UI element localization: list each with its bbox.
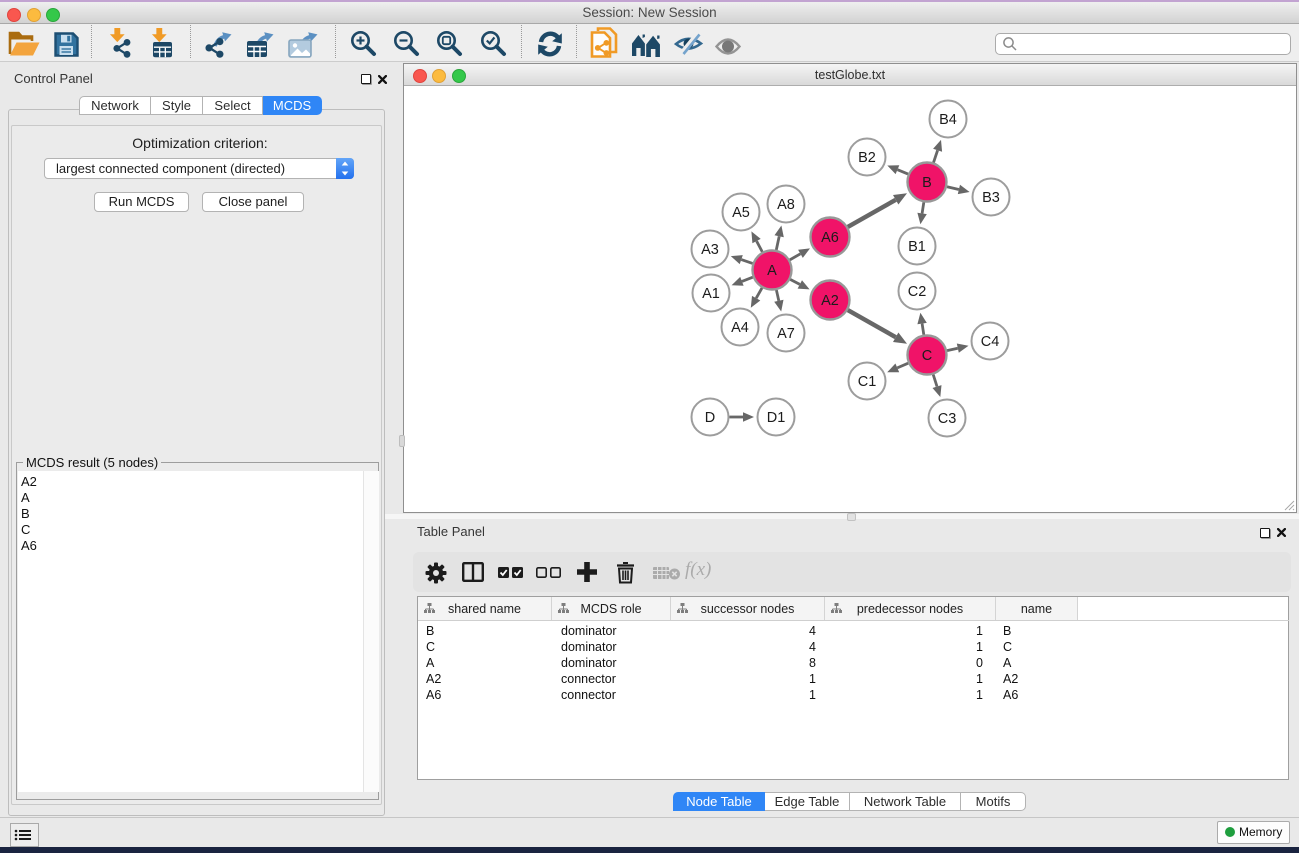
svg-text:A7: A7: [777, 326, 795, 342]
svg-text:A1: A1: [702, 286, 720, 302]
svg-text:B2: B2: [858, 150, 876, 166]
svg-text:B: B: [922, 175, 932, 191]
svg-text:B3: B3: [982, 190, 1000, 206]
svg-text:A3: A3: [701, 242, 719, 258]
svg-text:C3: C3: [938, 411, 957, 427]
svg-text:D: D: [705, 410, 715, 426]
svg-text:A2: A2: [821, 293, 839, 309]
svg-text:C4: C4: [981, 334, 1000, 350]
svg-text:A8: A8: [777, 197, 795, 213]
svg-text:A: A: [767, 263, 777, 279]
svg-text:C2: C2: [908, 284, 927, 300]
svg-text:A4: A4: [731, 320, 749, 336]
svg-text:A6: A6: [821, 230, 839, 246]
svg-text:B4: B4: [939, 112, 957, 128]
svg-text:B1: B1: [908, 239, 926, 255]
svg-text:C1: C1: [858, 374, 877, 390]
svg-text:C: C: [922, 348, 932, 364]
svg-text:A5: A5: [732, 205, 750, 221]
svg-text:D1: D1: [767, 410, 786, 426]
